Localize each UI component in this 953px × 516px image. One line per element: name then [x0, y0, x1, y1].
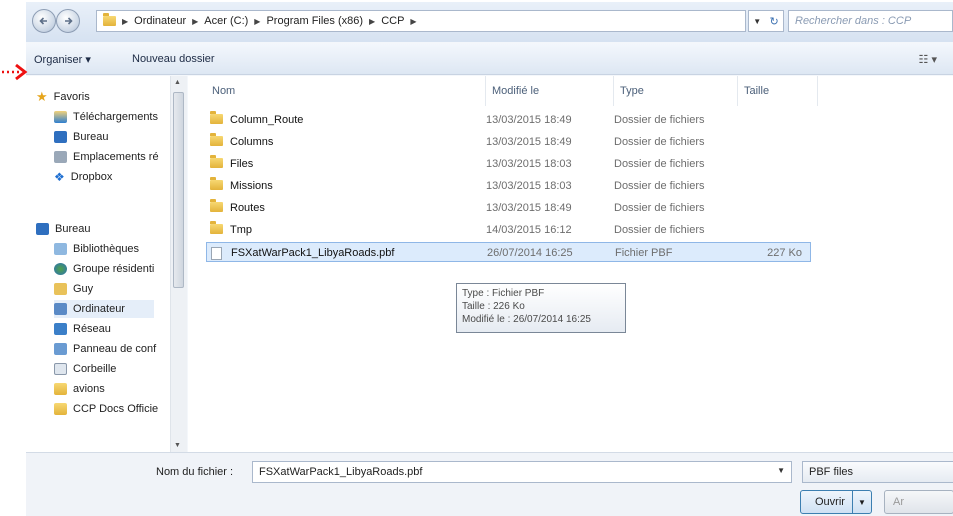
file-icon [211, 247, 222, 260]
nav-item-ccp-docs[interactable]: CCP Docs Officie [54, 400, 158, 418]
tooltip-size: Taille : 226 Ko [462, 301, 525, 312]
new-folder-button[interactable]: Nouveau dossier [132, 53, 215, 65]
column-header-size[interactable]: Taille [738, 76, 818, 106]
desktop-icon [36, 223, 49, 235]
folder-icon [210, 111, 223, 124]
breadcrumb-arrow-icon[interactable]: ▶ [410, 17, 416, 26]
breadcrumb-program-files[interactable]: Program Files (x86) [266, 15, 363, 27]
refresh-icon[interactable]: ↻ [770, 15, 779, 28]
nav-item-downloads[interactable]: Téléchargements [54, 108, 158, 126]
scroll-down-icon[interactable]: ▼ [174, 442, 181, 449]
command-toolbar: Organiser ▾ Nouveau dossier ☷ ▾ [26, 44, 953, 75]
dropbox-icon: ❖ [54, 170, 65, 184]
folder-icon [210, 221, 223, 234]
nav-favorites[interactable]: ★ Favoris [36, 88, 90, 106]
breadcrumb-arrow-icon[interactable]: ▶ [122, 17, 128, 26]
address-history-dropdown-icon[interactable]: ▼ [753, 17, 761, 26]
cancel-button-label: Ar [893, 496, 904, 508]
nav-item-homegroup[interactable]: Groupe résidenti [54, 260, 154, 278]
list-item-selected-file[interactable]: FSXatWarPack1_LibyaRoads.pbf 26/07/2014 … [206, 242, 811, 262]
scrollbar-thumb[interactable] [173, 92, 184, 288]
organize-button[interactable]: Organiser ▾ [34, 53, 91, 66]
open-button-label: Ouvrir [815, 496, 845, 508]
red-pointer-arrow-icon [2, 63, 28, 81]
address-controls: ▼ ↻ [748, 10, 784, 32]
breadcrumb-computer[interactable]: Ordinateur [134, 15, 186, 27]
filename-input[interactable]: FSXatWarPack1_LibyaRoads.pbf ▼ [252, 461, 792, 483]
view-options-icon[interactable]: ☷ ▾ [919, 53, 937, 66]
downloads-folder-icon [54, 111, 67, 123]
search-input[interactable]: Rechercher dans : CCP [788, 10, 953, 32]
breadcrumb-ccp[interactable]: CCP [381, 15, 404, 27]
file-list: Nom Modifié le Type Taille Column_Route … [188, 76, 953, 452]
nav-item-user[interactable]: Guy [54, 280, 93, 298]
nav-item-control-panel[interactable]: Panneau de conf [54, 340, 156, 358]
address-bar[interactable]: ▶ Ordinateur ▶ Acer (C:) ▶ Program Files… [96, 10, 746, 32]
nav-item-recent-places[interactable]: Emplacements ré [54, 148, 159, 166]
nav-desktop[interactable]: Bureau [36, 220, 90, 238]
breadcrumb-arrow-icon[interactable]: ▶ [369, 17, 375, 26]
folder-icon [210, 155, 223, 168]
folder-icon [210, 199, 223, 212]
open-button[interactable]: Ouvrir ▼ [800, 490, 872, 514]
homegroup-icon [54, 263, 67, 275]
nav-item-libraries[interactable]: Bibliothèques [54, 240, 139, 258]
address-bar-area: ▶ Ordinateur ▶ Acer (C:) ▶ Program Files… [26, 2, 953, 42]
filename-value: FSXatWarPack1_LibyaRoads.pbf [259, 466, 423, 478]
open-options-dropdown-icon[interactable]: ▼ [852, 491, 871, 513]
folder-icon [54, 383, 67, 395]
tooltip-type: Type : Fichier PBF [462, 288, 545, 299]
back-arrow-icon [39, 17, 47, 25]
file-type-value: PBF files [809, 466, 854, 478]
nav-scrollbar[interactable]: ▲ ▼ [170, 76, 187, 452]
file-type-select[interactable]: PBF files [802, 461, 953, 483]
star-icon: ★ [36, 89, 48, 104]
folder-icon [103, 13, 116, 26]
bottom-panel: Nom du fichier : FSXatWarPack1_LibyaRoad… [26, 452, 953, 516]
nav-item-recycle-bin[interactable]: Corbeille [54, 360, 116, 378]
nav-item-dropbox[interactable]: ❖ Dropbox [54, 168, 112, 186]
back-button[interactable] [32, 9, 56, 33]
list-item[interactable]: Tmp 14/03/2015 16:12 Dossier de fichiers [206, 220, 811, 240]
folder-icon [54, 403, 67, 415]
desktop-icon [54, 131, 67, 143]
scroll-up-icon[interactable]: ▲ [174, 79, 181, 86]
control-panel-icon [54, 343, 67, 355]
nav-item-computer[interactable]: Ordinateur [54, 300, 154, 318]
folder-icon [210, 177, 223, 190]
open-file-dialog: ▶ Ordinateur ▶ Acer (C:) ▶ Program Files… [26, 2, 953, 516]
filename-label: Nom du fichier : [156, 466, 234, 478]
forward-button[interactable] [56, 9, 80, 33]
cancel-button[interactable]: Ar [884, 490, 953, 514]
nav-item-network[interactable]: Réseau [54, 320, 111, 338]
breadcrumb-drive[interactable]: Acer (C:) [204, 15, 248, 27]
list-item[interactable]: Files 13/03/2015 18:03 Dossier de fichie… [206, 154, 811, 174]
list-item[interactable]: Columns 13/03/2015 18:49 Dossier de fich… [206, 132, 811, 152]
list-item[interactable]: Missions 13/03/2015 18:03 Dossier de fic… [206, 176, 811, 196]
column-header-type[interactable]: Type [614, 76, 738, 106]
nav-item-desktop-fav[interactable]: Bureau [54, 128, 108, 146]
forward-arrow-icon [65, 17, 73, 25]
libraries-icon [54, 243, 67, 255]
navigation-pane: ★ Favoris Téléchargements Bureau Emplace… [26, 76, 186, 452]
nav-item-avions[interactable]: avions [54, 380, 105, 398]
file-info-tooltip: Type : Fichier PBF Taille : 226 Ko Modif… [456, 283, 626, 333]
recycle-bin-icon [54, 363, 67, 375]
column-header-modified[interactable]: Modifié le [486, 76, 614, 106]
tooltip-modified: Modifié le : 26/07/2014 16:25 [462, 314, 591, 325]
user-folder-icon [54, 283, 67, 295]
network-icon [54, 323, 67, 335]
filename-dropdown-icon[interactable]: ▼ [777, 466, 785, 475]
list-item[interactable]: Routes 13/03/2015 18:49 Dossier de fichi… [206, 198, 811, 218]
list-item[interactable]: Column_Route 13/03/2015 18:49 Dossier de… [206, 110, 811, 130]
breadcrumb-arrow-icon[interactable]: ▶ [192, 17, 198, 26]
breadcrumb-arrow-icon[interactable]: ▶ [254, 17, 260, 26]
computer-icon [54, 303, 67, 315]
folder-icon [210, 133, 223, 146]
recent-places-icon [54, 151, 67, 163]
column-header-name[interactable]: Nom [206, 76, 486, 106]
